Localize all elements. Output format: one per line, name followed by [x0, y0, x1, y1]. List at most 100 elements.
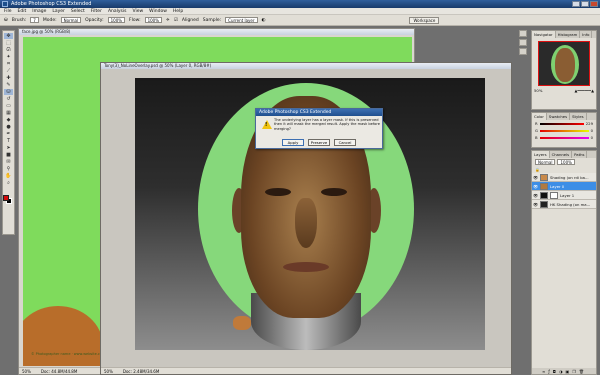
layer-name[interactable]: Layer 0	[550, 184, 564, 189]
tab-layers[interactable]: Layers	[532, 151, 550, 158]
blue-value[interactable]: 0	[591, 135, 593, 140]
layer-name[interactable]: Layer 1	[560, 193, 574, 198]
menu-analysis[interactable]: Analysis	[108, 9, 127, 14]
hand-tool-icon[interactable]: ✋	[4, 173, 13, 179]
foreground-color-swatch[interactable]	[3, 195, 9, 201]
document-title[interactable]: Tony(3)_NoLineOverlay.psd @ 50% (Layer 0…	[101, 63, 511, 69]
apply-button[interactable]: Apply	[282, 139, 304, 146]
gradient-tool-icon[interactable]: ▦	[4, 110, 13, 116]
document-title[interactable]: face.jpg @ 50% (RGB/8)	[19, 29, 414, 35]
menu-window[interactable]: Window	[149, 9, 167, 14]
add-mask-icon[interactable]: ◘	[553, 369, 556, 374]
tab-styles[interactable]: Styles	[570, 113, 587, 120]
visibility-eye-icon[interactable]: 👁	[533, 202, 538, 207]
layer-name[interactable]: Shading (on rdi ba...	[550, 175, 589, 180]
navigator-zoom-value[interactable]: 50%	[534, 88, 542, 93]
mode-select[interactable]: Normal	[60, 17, 82, 23]
lasso-tool-icon[interactable]: ᘏ	[4, 47, 13, 53]
aligned-checkbox[interactable]: ☑	[174, 18, 178, 23]
ignore-adjustment-icon[interactable]: ◐	[262, 18, 266, 23]
menu-edit[interactable]: Edit	[18, 9, 27, 14]
layer-name[interactable]: HK Shading (on ma...	[550, 202, 590, 207]
zoom-readout[interactable]: 50%	[22, 368, 31, 374]
menu-help[interactable]: Help	[173, 9, 183, 14]
workspace-button[interactable]: Workspace	[409, 16, 440, 24]
eyedropper-tool-icon[interactable]: ⚲	[4, 166, 13, 172]
tab-color[interactable]: Color	[532, 113, 547, 120]
zoom-tool-icon[interactable]: ⌕	[4, 180, 13, 186]
thumbnail-head	[555, 48, 575, 82]
magic-wand-tool-icon[interactable]: ✦	[4, 54, 13, 60]
new-group-icon[interactable]: ▣	[565, 369, 569, 374]
layer-blend-mode[interactable]: Normal	[535, 159, 556, 165]
slice-tool-icon[interactable]: ⟋	[4, 68, 13, 74]
layer-row[interactable]: 👁 Shading (on rdi ba...	[532, 173, 596, 182]
blue-slider[interactable]	[539, 136, 589, 139]
menu-select[interactable]: Select	[71, 9, 85, 14]
visibility-eye-icon[interactable]: 👁	[533, 175, 538, 180]
layer-comps-panel-icon[interactable]	[519, 48, 527, 55]
tab-paths[interactable]: Paths	[572, 151, 588, 158]
tab-swatches[interactable]: Swatches	[547, 113, 571, 120]
close-icon[interactable]	[590, 1, 598, 7]
cancel-button[interactable]: Cancel	[334, 139, 356, 146]
navigator-panel: Navigator Histogram Info 50% ▲━━━━━━▲	[531, 30, 597, 110]
layer-opacity[interactable]: 100%	[557, 159, 575, 165]
minimize-icon[interactable]	[572, 1, 580, 7]
clone-stamp-tool-icon[interactable]: ⛁	[4, 89, 13, 95]
zoom-readout[interactable]: 50%	[104, 368, 113, 374]
blur-tool-icon[interactable]: ◆	[4, 117, 13, 123]
move-tool-icon[interactable]: ✥	[4, 33, 13, 39]
opacity-field[interactable]: 100%	[107, 17, 126, 23]
link-icon[interactable]: ∞	[542, 369, 545, 374]
fx-icon[interactable]: ƒ	[548, 369, 549, 374]
clone-stamp-tool-icon[interactable]: ⛁	[4, 18, 8, 23]
trash-icon[interactable]: 🗑	[579, 369, 584, 374]
red-slider[interactable]	[539, 122, 584, 125]
flow-field[interactable]: 100%	[144, 17, 163, 23]
tab-channels[interactable]: Channels	[550, 151, 573, 158]
zoom-slider[interactable]: ▲━━━━━━▲	[574, 88, 594, 93]
layer-row[interactable]: 👁 Layer 1	[532, 191, 596, 200]
airbrush-icon[interactable]: ✈	[166, 18, 170, 23]
type-tool-icon[interactable]: T	[4, 138, 13, 144]
tab-navigator[interactable]: Navigator	[532, 31, 556, 38]
notes-tool-icon[interactable]: ✉	[4, 159, 13, 165]
doc-size-readout: Doc: 44.8M/44.8M	[40, 369, 78, 374]
visibility-eye-icon[interactable]: 👁	[533, 193, 538, 198]
visibility-eye-icon[interactable]: 👁	[533, 184, 538, 189]
menu-layer[interactable]: Layer	[52, 9, 65, 14]
marquee-tool-icon[interactable]: ⬚	[4, 40, 13, 46]
lock-icon[interactable]: 🔒	[535, 167, 540, 172]
adjustment-layer-icon[interactable]: ◑	[559, 369, 563, 374]
brushes-panel-icon[interactable]	[519, 30, 527, 37]
dodge-tool-icon[interactable]: ●	[4, 124, 13, 130]
navigator-thumbnail[interactable]	[538, 41, 590, 86]
sample-select[interactable]: Current layer	[225, 17, 258, 23]
pen-tool-icon[interactable]: ✒	[4, 131, 13, 137]
maximize-icon[interactable]	[581, 1, 589, 7]
new-layer-icon[interactable]: ❐	[572, 369, 576, 374]
preserve-button[interactable]: Preserve	[308, 139, 330, 146]
menu-filter[interactable]: Filter	[91, 9, 102, 14]
path-selection-tool-icon[interactable]: ➤	[4, 145, 13, 151]
tab-histogram[interactable]: Histogram	[556, 31, 581, 38]
history-brush-tool-icon[interactable]: ↺	[4, 96, 13, 102]
green-value[interactable]: 0	[591, 128, 593, 133]
healing-brush-tool-icon[interactable]: ✚	[4, 75, 13, 81]
menu-view[interactable]: View	[132, 9, 143, 14]
shape-tool-icon[interactable]: ■	[4, 152, 13, 158]
red-value[interactable]: 229	[586, 121, 593, 126]
layer-row[interactable]: 👁 HK Shading (on ma...	[532, 200, 596, 209]
layer-row-selected[interactable]: 👁 Layer 0	[532, 182, 596, 191]
brush-size-picker[interactable]: 7	[30, 17, 39, 23]
tab-info[interactable]: Info	[580, 31, 593, 38]
menu-file[interactable]: File	[4, 9, 12, 14]
crop-tool-icon[interactable]: ⌗	[4, 61, 13, 67]
menu-image[interactable]: Image	[32, 9, 46, 14]
eraser-tool-icon[interactable]: ▭	[4, 103, 13, 109]
green-label: G	[535, 128, 538, 133]
brush-tool-icon[interactable]: ✎	[4, 82, 13, 88]
tool-presets-panel-icon[interactable]	[519, 39, 527, 46]
green-slider[interactable]	[539, 129, 589, 132]
